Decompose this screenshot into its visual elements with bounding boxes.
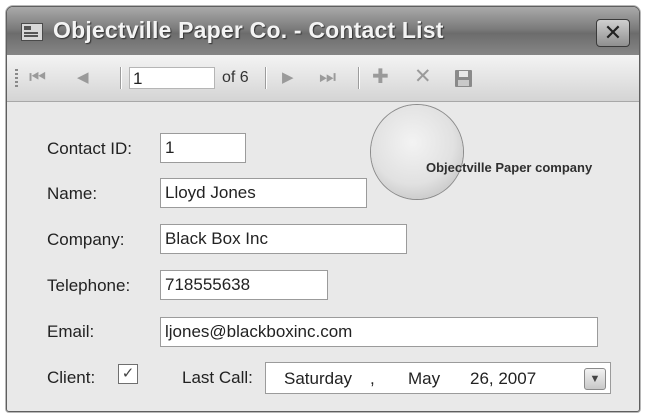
delete-icon[interactable]: ✕: [414, 66, 432, 87]
save-icon[interactable]: [455, 70, 472, 87]
toolbar-separator: [265, 67, 267, 89]
company-logo-text: Objectville Paper company: [426, 160, 593, 175]
company-label: Company:: [47, 230, 125, 249]
telephone-field[interactable]: 718555638: [160, 270, 328, 300]
move-next-icon[interactable]: ▶: [282, 68, 294, 88]
client-checkbox[interactable]: ✓: [118, 364, 138, 384]
last-call-date-picker[interactable]: Saturday , May 26, 2007 ▼: [265, 362, 611, 394]
move-previous-icon[interactable]: ◀: [77, 68, 89, 88]
contact-list-window: Objectville Paper Co. - Contact List ✕ ⏮…: [6, 6, 640, 412]
email-label: Email:: [47, 322, 95, 341]
telephone-label: Telephone:: [47, 276, 131, 295]
email-field[interactable]: ljones@blackboxinc.com: [160, 317, 598, 347]
toolbar-separator: [358, 67, 360, 89]
position-input[interactable]: 1: [129, 67, 215, 89]
chevron-down-icon[interactable]: ▼: [584, 368, 606, 390]
contact-id-field[interactable]: 1: [160, 133, 246, 163]
contact-form: Objectville Paper company Contact ID: 1 …: [7, 102, 639, 411]
toolbar-grip-icon: [15, 69, 18, 87]
move-last-icon[interactable]: ⏭: [319, 68, 336, 88]
date-weekday: Saturday: [284, 369, 353, 388]
name-field[interactable]: Lloyd Jones: [160, 178, 367, 208]
toolbar-separator: [120, 67, 122, 89]
name-label: Name:: [47, 184, 98, 203]
close-button[interactable]: ✕: [596, 19, 630, 47]
contact-id-label: Contact ID:: [47, 139, 133, 158]
add-new-icon[interactable]: ✚: [372, 67, 389, 87]
title-bar: Objectville Paper Co. - Contact List ✕: [7, 7, 639, 55]
date-separator: ,: [370, 369, 375, 388]
company-logo-image: [371, 105, 463, 199]
date-day-year: 26, 2007: [470, 369, 537, 388]
date-month: May: [408, 369, 441, 388]
binding-navigator-toolbar: ⏮ ◀ 1 of 6 ▶ ⏭ ✚ ✕: [7, 55, 639, 102]
last-call-label: Last Call:: [182, 368, 253, 387]
record-count-label: of 6: [222, 69, 249, 86]
client-label: Client:: [47, 368, 96, 387]
move-first-icon[interactable]: ⏮: [29, 68, 46, 88]
company-field[interactable]: Black Box Inc: [160, 224, 407, 254]
window-title: Objectville Paper Co. - Contact List: [53, 17, 444, 43]
app-icon: [21, 23, 43, 41]
